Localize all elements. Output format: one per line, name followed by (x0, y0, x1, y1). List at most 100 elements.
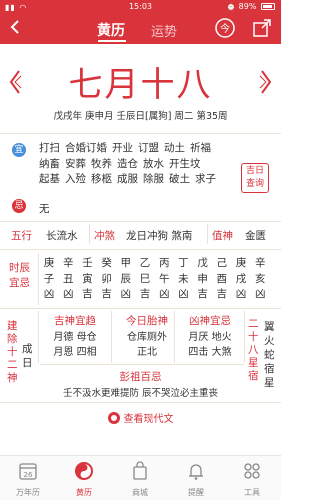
hour-char: 癸 (101, 257, 112, 269)
hour-luck: 凶 (43, 288, 55, 300)
hour-column: 甲辰凶 (119, 256, 133, 303)
hour-char: 子 (43, 272, 55, 285)
divider (0, 221, 281, 222)
hours-title-char: 时 (9, 262, 20, 274)
chongsha-label: 冲煞 (94, 230, 115, 242)
yi-item: 订盟 (138, 142, 159, 154)
hour-luck: 吉 (82, 288, 93, 300)
tab-label: 商城 (132, 488, 148, 497)
hours-title-char: 宜 (9, 277, 20, 289)
tab-label: 工具 (244, 488, 260, 497)
tab-calendar[interactable]: 26 万年历 (0, 456, 56, 500)
tab-active-indicator (98, 40, 126, 42)
yi-item: 纳畜 (39, 157, 60, 170)
yi-item: 祈福 (190, 142, 211, 154)
hour-luck: 凶 (120, 288, 132, 300)
hours-title: 时辰 宜忌 (9, 261, 31, 291)
zhishen-label: 值神 (212, 230, 233, 242)
view-modern-text-button[interactable]: 查看现代文 (0, 410, 281, 425)
tab-label: 黄历 (76, 488, 92, 497)
bell-icon (189, 464, 203, 480)
taishen-line: 仓库厕外 (127, 332, 167, 343)
xiongshen-title: 凶神宜忌 (189, 315, 231, 327)
hour-column: 丙午凶 (157, 256, 171, 303)
lucky-day-query-label: 吉日 (245, 166, 264, 176)
share-icon[interactable] (251, 17, 273, 39)
view-modern-label: 查看现代文 (123, 414, 174, 425)
tab-label: 提醒 (188, 488, 204, 497)
tab-huangli-bottom[interactable]: 黄历 (56, 456, 112, 500)
chongsha-value: 龙日冲狗 煞南 (126, 230, 193, 242)
xiu-value-char: 翼 (264, 321, 275, 333)
xiongshen-line: 月厌 地火 (188, 332, 232, 343)
hour-column: 辛亥凶 (253, 256, 267, 303)
shopping-bag-icon (133, 461, 147, 480)
hours-title-char: 辰 (19, 262, 31, 274)
today-icon[interactable]: 今 (214, 17, 236, 39)
hour-char: 寅 (82, 272, 93, 285)
wuxing-value: 长流水 (46, 230, 78, 242)
hour-char: 庚 (43, 257, 55, 269)
hour-column: 庚戌凶 (234, 256, 248, 303)
calendar-icon-text: 26 (24, 471, 33, 479)
battery-percent: 89% (238, 2, 257, 11)
jianchu-value: 成 日 (22, 342, 34, 370)
wuxing-label: 五行 (11, 230, 32, 242)
xiu-value-char: 蛇 (264, 349, 275, 361)
back-arrow-icon[interactable] (6, 17, 26, 37)
calendar-icon: 26 (19, 463, 37, 480)
hour-luck: 吉 (197, 288, 208, 300)
yi-item: 入殓 (65, 173, 86, 185)
hour-column: 丁未凶 (176, 256, 190, 303)
hour-luck: 凶 (254, 288, 266, 300)
taishen-title: 今日胎神 (126, 315, 168, 327)
ji-badge: 忌 (12, 199, 26, 213)
hour-char: 庚 (235, 257, 247, 269)
eye-icon (107, 412, 120, 424)
app-header: ▮▮ ◠ 15:03 ⏰ 89% 黄历 运势 今 (0, 0, 281, 44)
lunar-date[interactable]: 七月十八 (0, 57, 281, 106)
xiu-value-char: 火 (264, 335, 275, 347)
lucky-day-query-button[interactable]: 吉日 查询 (241, 163, 269, 193)
jishen-line: 月恩 四相 (53, 347, 97, 358)
hour-char: 申 (197, 272, 208, 285)
hour-char: 丙 (158, 257, 170, 269)
xiu-title-char: 十 (248, 331, 259, 343)
yi-item: 放水 (143, 157, 164, 170)
hour-column: 乙巳吉 (138, 256, 152, 303)
yi-item: 牧养 (91, 157, 112, 170)
battery-icon (261, 3, 275, 10)
jishen-line: 月德 母仓 (53, 332, 97, 343)
tab-yunshi[interactable]: 运势 (151, 21, 177, 40)
hour-luck: 凶 (178, 288, 189, 300)
jianchu-value-char: 成 (22, 343, 33, 355)
hour-char: 戌 (235, 272, 247, 285)
hour-column: 壬寅吉 (80, 256, 94, 303)
taishen-line: 正北 (137, 347, 157, 358)
divider (0, 133, 281, 134)
hour-luck: 凶 (62, 288, 74, 300)
hour-luck: 吉 (101, 288, 112, 300)
yi-item: 起基 (39, 173, 60, 185)
tab-label: 万年历 (16, 488, 40, 497)
tab-tools[interactable]: 工具 (224, 456, 280, 500)
tab-huangli[interactable]: 黄历 (97, 20, 125, 40)
hour-char: 辰 (120, 272, 132, 285)
hour-char: 壬 (82, 257, 93, 269)
next-day-arrow-icon[interactable] (259, 68, 273, 96)
hour-char: 丑 (62, 272, 74, 285)
tab-shop[interactable]: 商城 (112, 456, 168, 500)
hour-column: 己酉吉 (215, 256, 229, 303)
yi-item: 开业 (112, 142, 133, 154)
pengzu-title: 彭祖百忌 (119, 371, 162, 383)
tab-reminder[interactable]: 提醒 (168, 456, 224, 500)
hour-char: 乙 (139, 257, 151, 269)
divider (207, 224, 208, 244)
hour-column: 癸卯吉 (100, 256, 114, 303)
hour-luck: 凶 (235, 288, 247, 300)
yi-item: 造仓 (117, 157, 138, 170)
hour-column: 戊申吉 (196, 256, 210, 303)
divider (38, 253, 39, 305)
battery-status: ⏰ 89% (226, 2, 275, 11)
yi-item: 安葬 (65, 157, 86, 170)
